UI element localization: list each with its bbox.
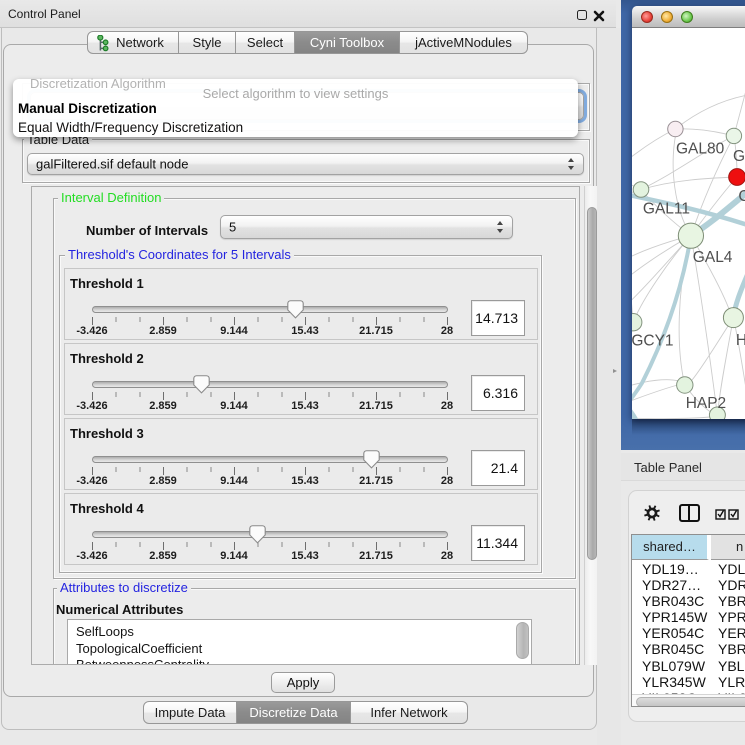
svg-text:GAL4: GAL4 (693, 249, 733, 266)
svg-text:GCY1: GCY1 (632, 333, 674, 350)
svg-text:C: C (738, 188, 745, 205)
svg-text:GA: GA (733, 148, 745, 165)
svg-text:H: H (736, 332, 745, 349)
svg-text:GAL11: GAL11 (643, 201, 690, 218)
svg-text:GAL80: GAL80 (676, 141, 725, 158)
svg-text:HAP2: HAP2 (686, 395, 727, 412)
